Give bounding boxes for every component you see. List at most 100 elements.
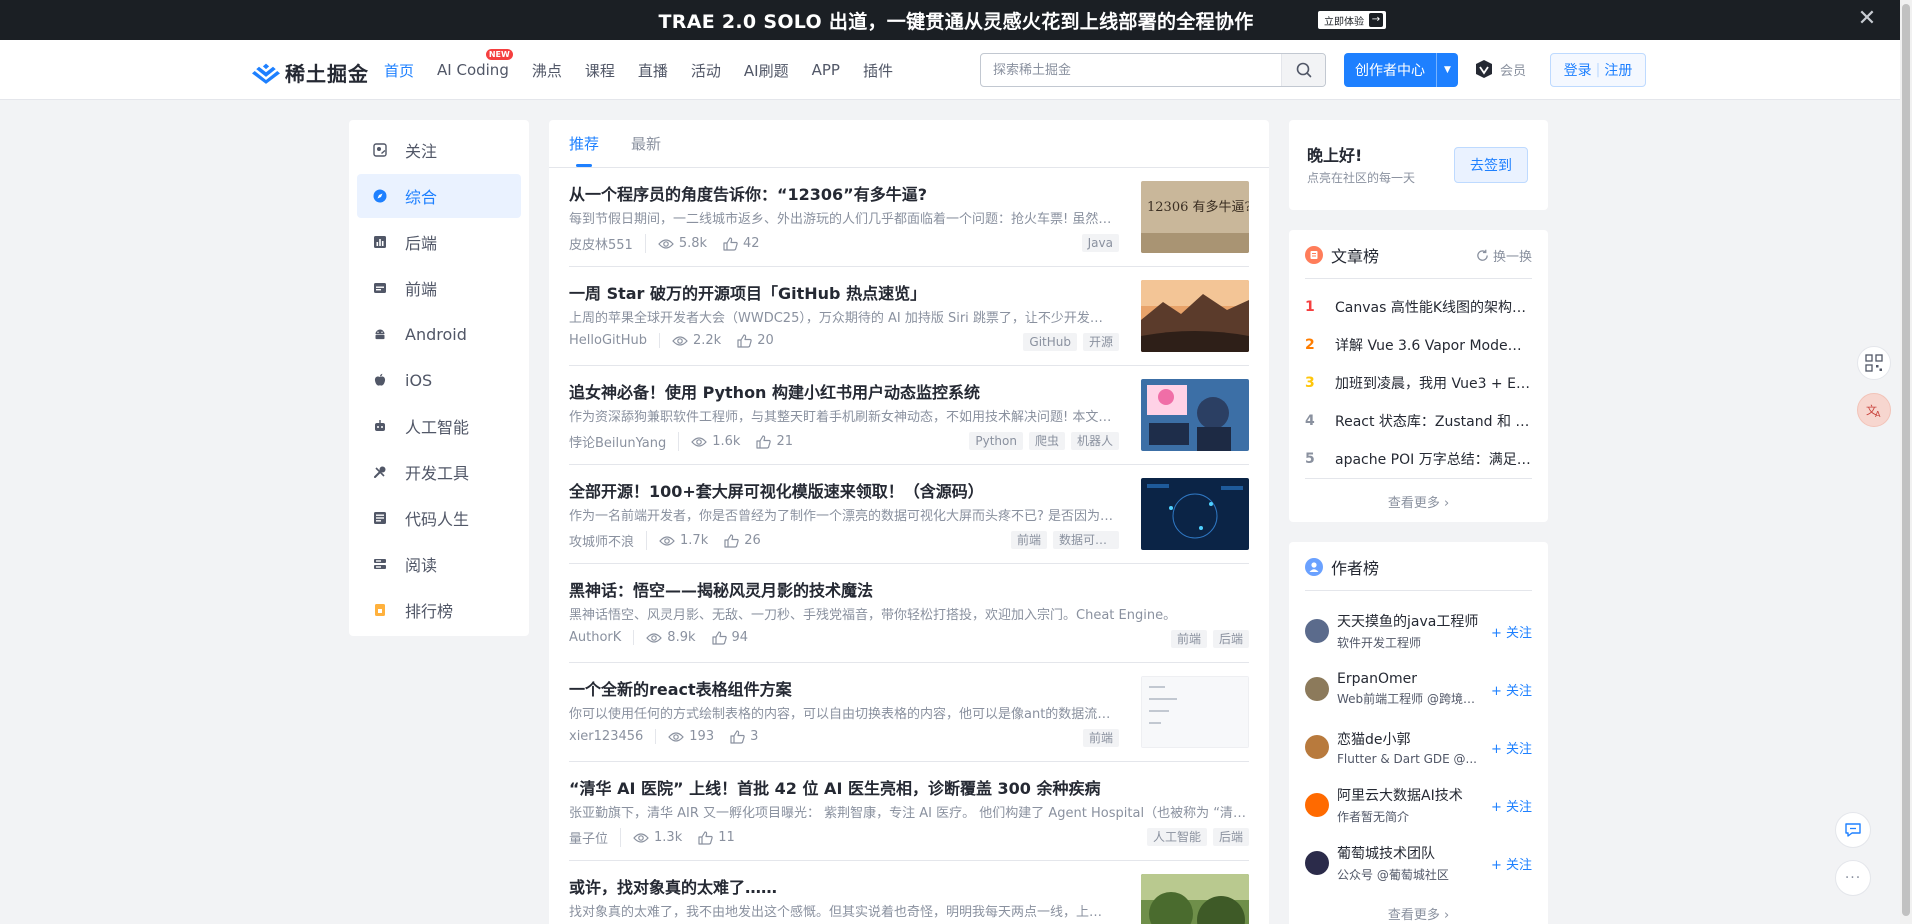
sidebar-item[interactable]: 人工智能 — [357, 404, 521, 448]
feed-tab[interactable]: 最新 — [631, 120, 661, 167]
like-count[interactable]: 20 — [737, 333, 774, 348]
entry-author[interactable]: xier123456 — [569, 729, 657, 744]
tag[interactable]: 数据可视化 — [1053, 531, 1119, 549]
sidebar-item[interactable]: 排行榜 — [357, 588, 521, 632]
avatar[interactable] — [1305, 851, 1329, 875]
sidebar-item[interactable]: iOS — [357, 358, 521, 402]
tag[interactable]: Python — [969, 432, 1023, 450]
follow-button[interactable]: + 关注 — [1491, 680, 1532, 699]
banner-cta-button[interactable]: 立即体验 → — [1318, 11, 1386, 29]
tag[interactable]: 后端 — [1212, 630, 1249, 648]
author-rank-more-link[interactable]: 查看更多 › — [1289, 904, 1548, 923]
creator-center-button[interactable]: 创作者中心 ▼ — [1344, 53, 1458, 87]
avatar[interactable] — [1305, 793, 1329, 817]
follow-button[interactable]: + 关注 — [1491, 854, 1532, 873]
entry-author[interactable]: 攻城师不浪 — [569, 531, 648, 550]
like-count[interactable]: 42 — [723, 236, 760, 251]
sign-in-button[interactable]: 去签到 — [1454, 147, 1528, 183]
article-entry[interactable]: “清华 AI 医院” 上线！首批 42 位 AI 医生亮相，诊断覆盖 300 余… — [569, 762, 1249, 861]
nav-item[interactable]: 沸点 — [532, 60, 562, 81]
entry-title[interactable]: 追女神必备！使用 Python 构建小红书用户动态监控系统 — [569, 379, 1109, 403]
register-label[interactable]: 注册 — [1604, 60, 1632, 80]
avatar[interactable] — [1305, 677, 1329, 701]
entry-title[interactable]: 一个全新的react表格组件方案 — [569, 676, 1109, 700]
qr-code-button[interactable] — [1857, 346, 1891, 380]
entry-title[interactable]: 全部开源！100+套大屏可视化模版速来领取！（含源码） — [569, 478, 1109, 502]
feed-tab[interactable]: 推荐 — [569, 120, 599, 167]
entry-thumbnail[interactable] — [1141, 676, 1249, 748]
entry-thumbnail[interactable] — [1141, 379, 1249, 451]
sidebar-item[interactable]: 阅读 — [357, 542, 521, 586]
follow-button[interactable]: + 关注 — [1491, 796, 1532, 815]
banner-text[interactable]: TRAE 2.0 SOLO 出道，一键贯通从灵感火花到上线部署的全程协作 — [659, 7, 1254, 34]
article-entry[interactable]: 全部开源！100+套大屏可视化模版速来领取！（含源码） 作为一名前端开发者，你是否… — [569, 465, 1249, 564]
entry-title[interactable]: 或许，找对象真的太难了…… — [569, 874, 1109, 898]
rank-item[interactable]: 4 React 状态库：Zustand 和 Jotai — [1305, 402, 1532, 440]
search-input[interactable] — [981, 54, 1281, 86]
author-name[interactable]: ErpanOmer — [1337, 671, 1479, 687]
nav-item[interactable]: 插件 — [863, 60, 893, 81]
author-name[interactable]: 恋猫de小郭 — [1337, 729, 1479, 749]
avatar[interactable] — [1305, 619, 1329, 643]
like-count[interactable]: 3 — [730, 729, 758, 744]
sidebar-item[interactable]: 综合 — [357, 174, 521, 218]
tag[interactable]: 爬虫 — [1028, 432, 1065, 450]
article-entry[interactable]: 一周 Star 破万的开源项目「GitHub 热点速览」 上周的苹果全球开发者大会… — [569, 267, 1249, 366]
author-name[interactable]: 天天摸鱼的java工程师 — [1337, 611, 1479, 631]
sidebar-item[interactable]: 后端 — [357, 220, 521, 264]
entry-author[interactable]: 皮皮林551 — [569, 234, 646, 253]
sidebar-item[interactable]: Android — [357, 312, 521, 356]
vip-link[interactable]: 会员 — [1474, 59, 1526, 79]
nav-item[interactable]: 课程 — [585, 60, 615, 81]
entry-thumbnail[interactable] — [1141, 478, 1249, 550]
avatar[interactable] — [1305, 735, 1329, 759]
sidebar-item[interactable]: 前端 — [357, 266, 521, 310]
login-label[interactable]: 登录 — [1564, 60, 1592, 80]
chevron-down-icon[interactable]: ▼ — [1436, 53, 1458, 87]
tag[interactable]: 开源 — [1082, 333, 1119, 351]
follow-button[interactable]: + 关注 — [1491, 622, 1532, 641]
article-entry[interactable]: 黑神话：悟空——揭秘风灵月影的技术魔法 黑神话悟空、风灵月影、无敌、一刀秒、手残党… — [569, 564, 1249, 663]
rank-item[interactable]: 1 Canvas 高性能K线图的架构方案 — [1305, 288, 1532, 326]
like-count[interactable]: 11 — [698, 830, 735, 845]
nav-item[interactable]: APP — [812, 61, 840, 79]
rank-item[interactable]: 2 详解 Vue 3.6 Vapor Mode：无虚拟DOM — [1305, 326, 1532, 364]
feedback-button[interactable] — [1835, 812, 1871, 848]
translate-button[interactable]: 文A — [1857, 393, 1891, 427]
tag[interactable]: 机器人 — [1070, 432, 1119, 450]
tag[interactable]: 人工智能 — [1146, 828, 1207, 846]
promo-banner[interactable]: TRAE 2.0 SOLO 出道，一键贯通从灵感火花到上线部署的全程协作 立即体… — [0, 0, 1912, 40]
entry-author[interactable]: AuthorK — [569, 630, 635, 645]
tag[interactable]: 前端 — [1010, 531, 1047, 549]
entry-author[interactable]: 量子位 — [569, 828, 622, 847]
article-entry[interactable]: 或许，找对象真的太难了…… 找对象真的太难了，我不由地发出这个感慨。但其实说着也奇… — [569, 861, 1249, 924]
follow-button[interactable]: + 关注 — [1491, 738, 1532, 757]
rank-item[interactable]: 3 加班到凌晨，我用 Vue3 + Element Plus — [1305, 364, 1532, 402]
site-logo[interactable]: 稀土掘金 — [252, 58, 369, 87]
refresh-button[interactable]: 换一换 — [1476, 246, 1532, 265]
article-entry[interactable]: 一个全新的react表格组件方案 你可以使用任何的方式绘制表格的内容，可以自由切换… — [569, 663, 1249, 762]
author-name[interactable]: 阿里云大数据AI技术 — [1337, 785, 1479, 805]
tag[interactable]: 前端 — [1170, 630, 1207, 648]
article-entry[interactable]: 从一个程序员的角度告诉你：“12306”有多牛逼? 每到节假日期间，一二线城市返乡… — [569, 168, 1249, 267]
entry-title[interactable]: 黑神话：悟空——揭秘风灵月影的技术魔法 — [569, 577, 1109, 601]
nav-item[interactable]: 首页 — [384, 60, 414, 81]
nav-item[interactable]: 活动 — [691, 60, 721, 81]
entry-title[interactable]: 一周 Star 破万的开源项目「GitHub 热点速览」 — [569, 280, 1109, 304]
author-name[interactable]: 葡萄城技术团队 — [1337, 843, 1479, 863]
nav-item[interactable]: 直播 — [638, 60, 668, 81]
tag[interactable]: Java — [1081, 234, 1119, 252]
entry-thumbnail[interactable] — [1141, 874, 1249, 924]
sidebar-item[interactable]: 开发工具 — [357, 450, 521, 494]
like-count[interactable]: 94 — [711, 630, 748, 645]
nav-item[interactable]: AI刷题 — [744, 60, 789, 81]
more-options-button[interactable]: ··· — [1835, 860, 1871, 896]
article-entry[interactable]: 追女神必备！使用 Python 构建小红书用户动态监控系统 作为资深舔狗兼职软件工… — [569, 366, 1249, 465]
tag[interactable]: 后端 — [1212, 828, 1249, 846]
scrollbar-thumb[interactable] — [1902, 4, 1910, 916]
tag[interactable]: GitHub — [1023, 333, 1077, 351]
sidebar-item[interactable]: 关注 — [357, 128, 521, 172]
like-count[interactable]: 26 — [724, 533, 761, 548]
entry-title[interactable]: 从一个程序员的角度告诉你：“12306”有多牛逼? — [569, 181, 1109, 205]
like-count[interactable]: 21 — [756, 434, 793, 449]
